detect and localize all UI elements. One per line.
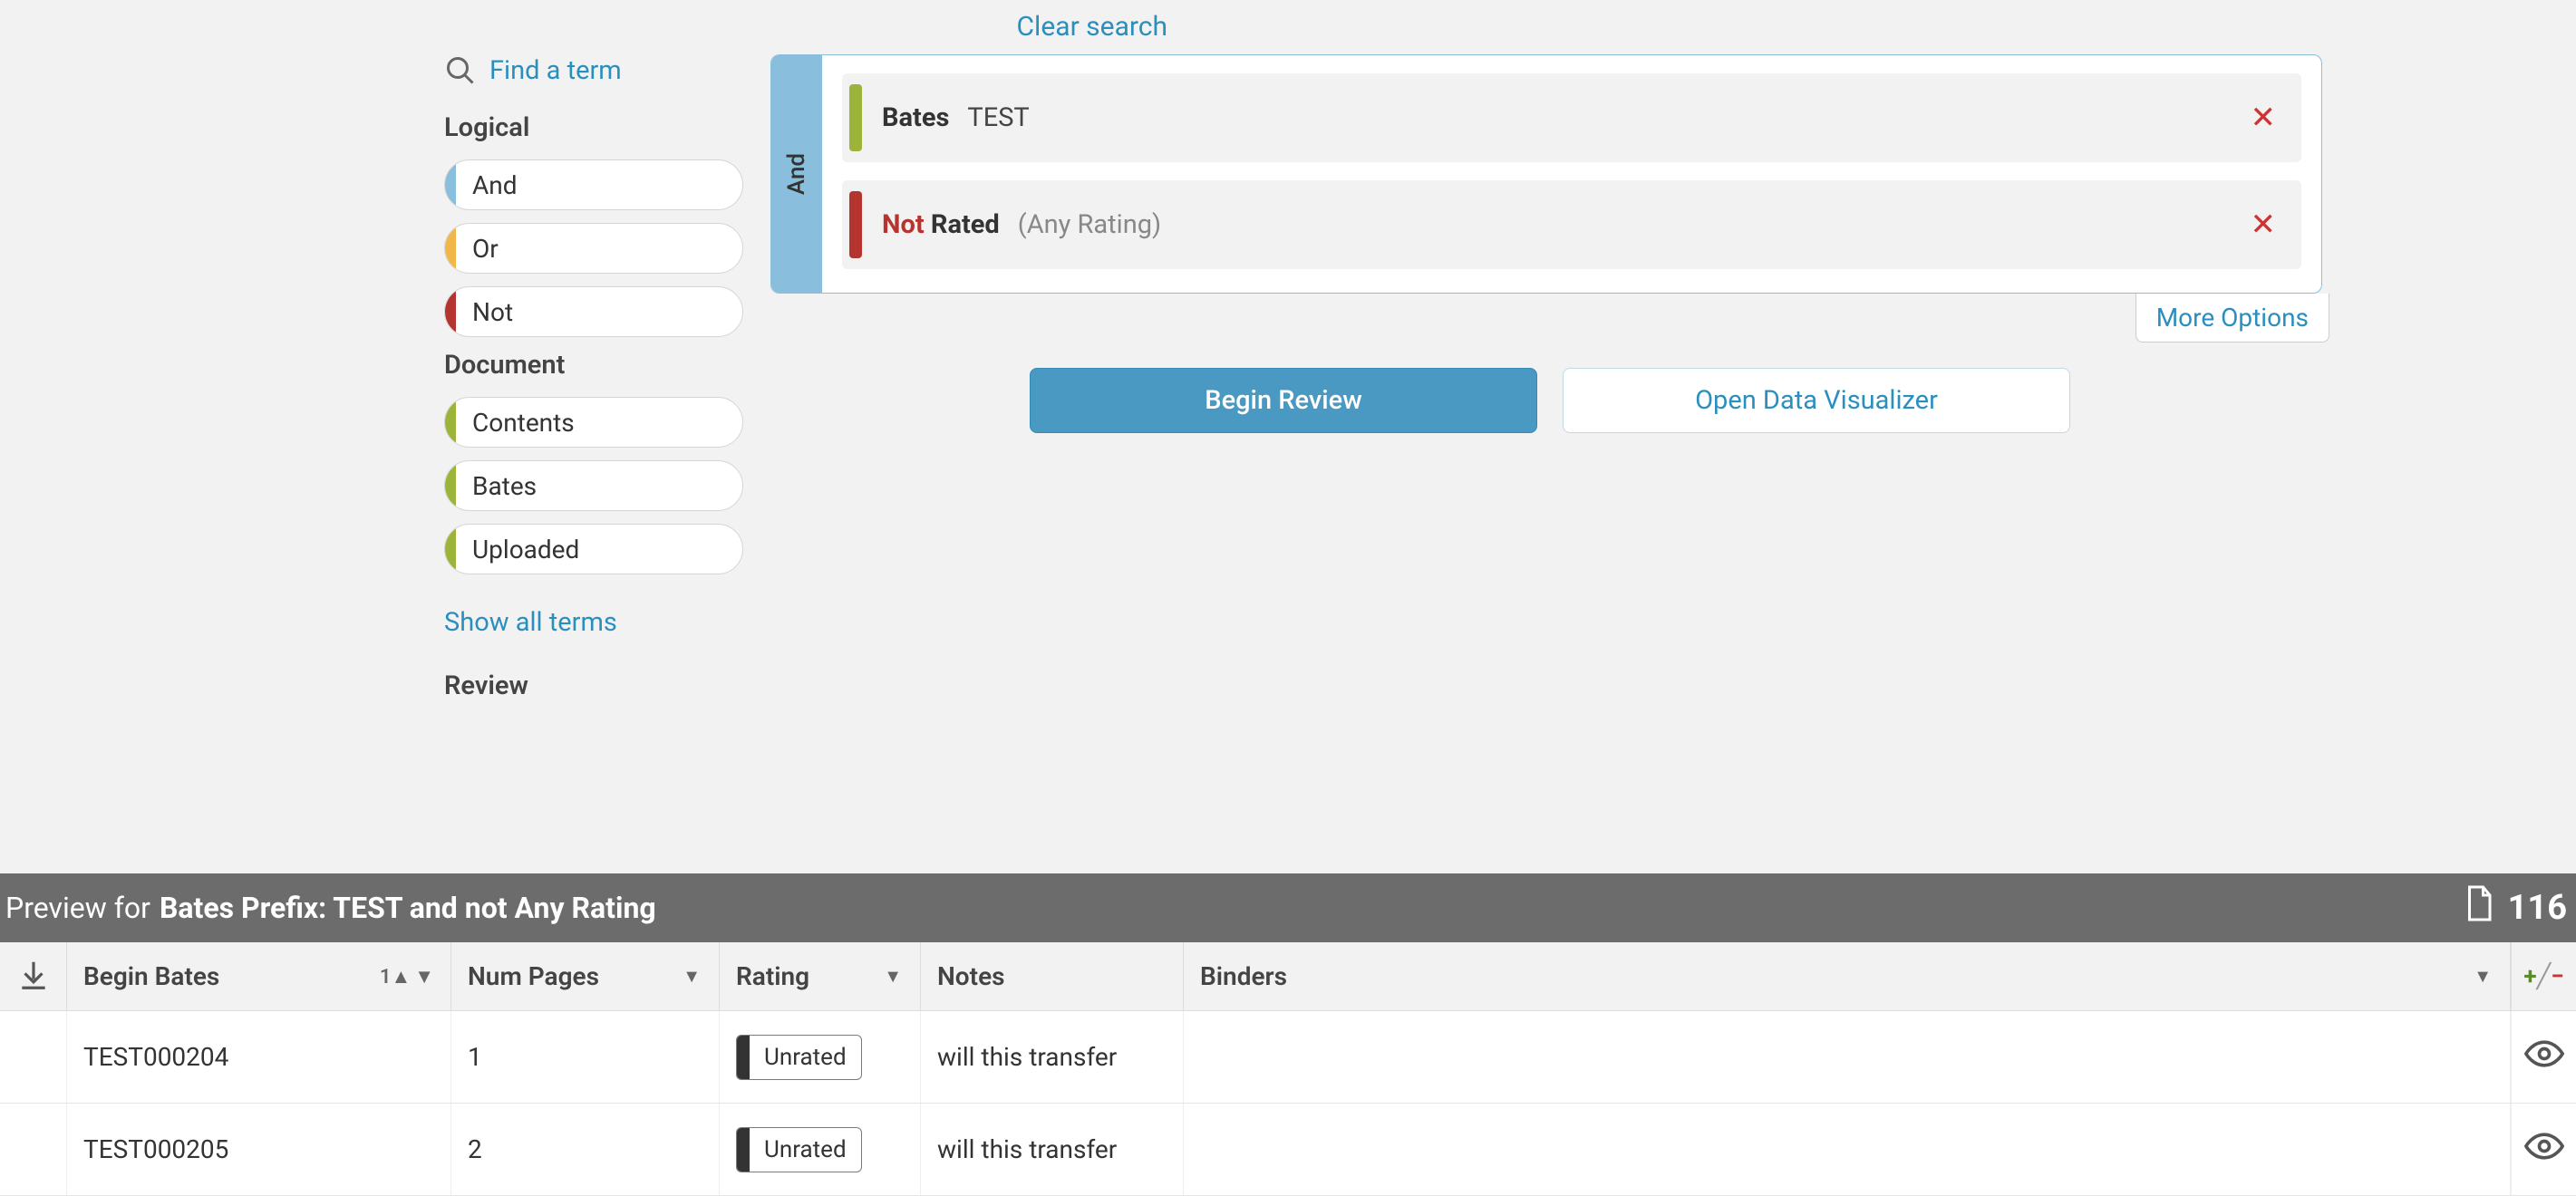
cell-binders — [1184, 1011, 2511, 1103]
column-header-begin-bates[interactable]: Begin Bates 1▲▼ — [67, 942, 451, 1010]
rating-badge-bar — [737, 1128, 750, 1172]
add-remove-icon: +╱− — [2523, 969, 2563, 984]
query-builder: And Bates TEST ✕ Not Rated — [770, 54, 2322, 294]
term-pill-not[interactable]: Not — [444, 286, 743, 337]
eye-icon — [2524, 1133, 2564, 1166]
terms-sidebar: Find a term Logical And Or Not Document … — [444, 54, 770, 701]
pill-label: Or — [472, 234, 499, 264]
preview-query-text: Bates Prefix: TEST and not Any Rating — [160, 891, 656, 925]
pill-color-bar — [445, 224, 456, 273]
column-header-rating[interactable]: Rating ▼ — [720, 942, 921, 1010]
operator-label: And — [783, 153, 810, 195]
column-header-notes[interactable]: Notes — [921, 942, 1184, 1010]
pill-label: Uploaded — [472, 535, 579, 564]
cell-notes: will this transfer — [921, 1104, 1184, 1195]
sort-indicator: 1▲▼ — [380, 965, 434, 989]
condition-text: Bates TEST — [882, 102, 2243, 133]
condition-color-bar — [849, 84, 862, 151]
cell-begin-bates: TEST000204 — [67, 1011, 451, 1103]
column-label: Notes — [937, 961, 1005, 991]
remove-condition-icon[interactable]: ✕ — [2243, 100, 2284, 136]
term-pill-contents[interactable]: Contents — [444, 397, 743, 448]
group-title-review: Review — [444, 670, 743, 701]
download-column-header[interactable] — [0, 942, 67, 1010]
open-data-visualizer-button[interactable]: Open Data Visualizer — [1563, 368, 2070, 433]
cell-rating[interactable]: Unrated — [720, 1104, 921, 1195]
preview-header: Preview for Bates Prefix: TEST and not A… — [0, 873, 2576, 942]
row-download-cell[interactable] — [0, 1104, 67, 1195]
document-icon — [2463, 884, 2495, 931]
cell-num-pages: 2 — [451, 1104, 720, 1195]
rating-badge-text: Unrated — [750, 1036, 861, 1079]
column-label: Begin Bates — [83, 961, 219, 991]
pill-label: And — [472, 170, 518, 200]
sort-icon: ▼ — [884, 965, 904, 988]
column-label: Rating — [736, 961, 809, 991]
doc-count-number: 116 — [2508, 888, 2567, 928]
pill-color-bar — [445, 525, 456, 574]
group-title-document: Document — [444, 350, 743, 381]
begin-review-button[interactable]: Begin Review — [1030, 368, 1537, 433]
table-row[interactable]: TEST000204 1 Unrated will this transfer — [0, 1011, 2576, 1104]
pill-label: Not — [472, 297, 513, 327]
query-condition[interactable]: Not Rated (Any Rating) ✕ — [842, 180, 2301, 269]
group-title-logical: Logical — [444, 112, 743, 143]
eye-icon — [2524, 1040, 2564, 1074]
preview-lead: Preview for — [5, 891, 150, 925]
doc-count: 116 — [2463, 884, 2567, 931]
view-row-button[interactable] — [2511, 1104, 2576, 1195]
sort-icon: ▼ — [2474, 965, 2494, 988]
term-pill-uploaded[interactable]: Uploaded — [444, 524, 743, 574]
sort-icon: ▼ — [683, 965, 702, 988]
find-term-link[interactable]: Find a term — [489, 55, 622, 86]
pill-color-bar — [445, 287, 456, 336]
show-all-terms-link[interactable]: Show all terms — [444, 607, 617, 638]
condition-color-bar — [849, 191, 862, 258]
term-pill-and[interactable]: And — [444, 159, 743, 210]
pill-label: Contents — [472, 408, 575, 438]
view-row-button[interactable] — [2511, 1011, 2576, 1103]
query-group-operator[interactable]: And — [771, 55, 822, 293]
rating-badge-bar — [737, 1036, 750, 1079]
query-condition[interactable]: Bates TEST ✕ — [842, 73, 2301, 162]
column-header-num-pages[interactable]: Num Pages ▼ — [451, 942, 720, 1010]
term-pill-bates[interactable]: Bates — [444, 460, 743, 511]
clear-search-link[interactable]: Clear search — [1017, 11, 1167, 43]
search-icon — [444, 54, 477, 87]
row-download-cell[interactable] — [0, 1011, 67, 1103]
column-label: Binders — [1200, 961, 1287, 991]
pill-color-bar — [445, 160, 456, 209]
pill-color-bar — [445, 398, 456, 447]
column-label: Num Pages — [468, 961, 599, 991]
cell-notes: will this transfer — [921, 1011, 1184, 1103]
table-row[interactable]: TEST000205 2 Unrated will this transfer — [0, 1104, 2576, 1196]
cell-binders — [1184, 1104, 2511, 1195]
pill-color-bar — [445, 461, 456, 510]
cell-num-pages: 1 — [451, 1011, 720, 1103]
cell-begin-bates: TEST000205 — [67, 1104, 451, 1195]
download-icon — [16, 958, 51, 996]
add-remove-column-header[interactable]: +╱− — [2511, 942, 2576, 1010]
condition-text: Not Rated (Any Rating) — [882, 209, 2243, 240]
remove-condition-icon[interactable]: ✕ — [2243, 207, 2284, 243]
pill-label: Bates — [472, 471, 537, 501]
term-pill-or[interactable]: Or — [444, 223, 743, 274]
rating-badge-text: Unrated — [750, 1128, 861, 1172]
cell-rating[interactable]: Unrated — [720, 1011, 921, 1103]
column-header-binders[interactable]: Binders ▼ — [1184, 942, 2511, 1010]
table-header-row: Begin Bates 1▲▼ Num Pages ▼ Rating ▼ Not… — [0, 942, 2576, 1011]
preview-panel: Preview for Bates Prefix: TEST and not A… — [0, 873, 2576, 1196]
more-options-button[interactable]: More Options — [2135, 294, 2329, 342]
